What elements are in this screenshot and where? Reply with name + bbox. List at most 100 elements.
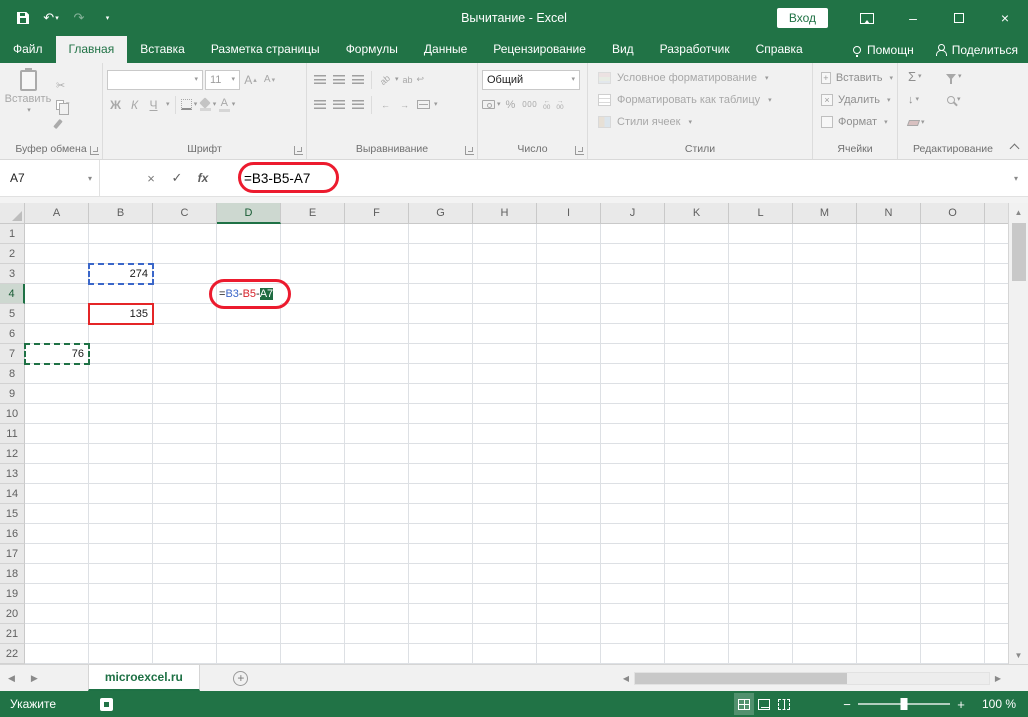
cell-g16[interactable] xyxy=(409,524,473,544)
cell-f2[interactable] xyxy=(345,244,409,264)
tab-help[interactable]: Справка xyxy=(743,36,816,63)
cell-l16[interactable] xyxy=(729,524,793,544)
cell-f18[interactable] xyxy=(345,564,409,584)
tab-page-layout[interactable]: Разметка страницы xyxy=(198,36,333,63)
row-header-3[interactable]: 3 xyxy=(0,264,25,284)
cell-h2[interactable] xyxy=(473,244,537,264)
row-header-8[interactable]: 8 xyxy=(0,364,25,384)
cell-h11[interactable] xyxy=(473,424,537,444)
cell-n15[interactable] xyxy=(857,504,921,524)
row-header-6[interactable]: 6 xyxy=(0,324,25,344)
cell-f8[interactable] xyxy=(345,364,409,384)
select-all-button[interactable] xyxy=(0,203,25,224)
redo-button[interactable]: ↷ xyxy=(66,5,92,31)
cell-e7[interactable] xyxy=(281,344,345,364)
cell-a22[interactable] xyxy=(25,644,89,664)
cell-o10[interactable] xyxy=(921,404,985,424)
cell-l18[interactable] xyxy=(729,564,793,584)
cell-f14[interactable] xyxy=(345,484,409,504)
vertical-scrollbar[interactable]: ▲ ▼ xyxy=(1008,203,1028,664)
clear-button[interactable]: ▾ xyxy=(908,119,944,126)
record-macro-icon[interactable] xyxy=(100,698,113,711)
increase-font-size-button[interactable]: А▴ xyxy=(242,70,259,90)
row-header-9[interactable]: 9 xyxy=(0,384,25,404)
scroll-up-icon[interactable]: ▲ xyxy=(1009,203,1028,221)
increase-indent-button[interactable]: → xyxy=(396,95,413,115)
cell-n16[interactable] xyxy=(857,524,921,544)
insert-function-button[interactable]: fx xyxy=(190,171,216,185)
cell-o5[interactable] xyxy=(921,304,985,324)
cell-m18[interactable] xyxy=(793,564,857,584)
cell-c4[interactable] xyxy=(153,284,217,304)
maximize-button[interactable] xyxy=(936,0,982,36)
cell-n4[interactable] xyxy=(857,284,921,304)
login-button[interactable]: Вход xyxy=(777,8,828,28)
cell-d1[interactable] xyxy=(217,224,281,244)
cell-j5[interactable] xyxy=(601,304,665,324)
cell-c12[interactable] xyxy=(153,444,217,464)
cell-e22[interactable] xyxy=(281,644,345,664)
zoom-thumb[interactable] xyxy=(901,698,908,710)
row-header-20[interactable]: 20 xyxy=(0,604,25,624)
align-center-button[interactable] xyxy=(330,95,347,115)
cell-g22[interactable] xyxy=(409,644,473,664)
cell-c10[interactable] xyxy=(153,404,217,424)
cell-o12[interactable] xyxy=(921,444,985,464)
cell-i7[interactable] xyxy=(537,344,601,364)
cell-g12[interactable] xyxy=(409,444,473,464)
column-header-a[interactable]: A xyxy=(25,203,89,224)
cell-m22[interactable] xyxy=(793,644,857,664)
cell-a16[interactable] xyxy=(25,524,89,544)
cell-k2[interactable] xyxy=(665,244,729,264)
cell-a3[interactable] xyxy=(25,264,89,284)
cell-j1[interactable] xyxy=(601,224,665,244)
row-header-19[interactable]: 19 xyxy=(0,584,25,604)
cell-c13[interactable] xyxy=(153,464,217,484)
cell-a7[interactable]: 76 xyxy=(25,344,89,364)
cell-f15[interactable] xyxy=(345,504,409,524)
merge-center-button[interactable]: ▾ xyxy=(415,95,438,115)
cell-c2[interactable] xyxy=(153,244,217,264)
cell-f11[interactable] xyxy=(345,424,409,444)
cell-n17[interactable] xyxy=(857,544,921,564)
cell-j13[interactable] xyxy=(601,464,665,484)
cell-d18[interactable] xyxy=(217,564,281,584)
align-bottom-button[interactable] xyxy=(349,70,366,90)
cell-n12[interactable] xyxy=(857,444,921,464)
scroll-right-icon[interactable]: ▶ xyxy=(990,674,1006,683)
cell-c9[interactable] xyxy=(153,384,217,404)
cell-g21[interactable] xyxy=(409,624,473,644)
cell-l6[interactable] xyxy=(729,324,793,344)
cell-h19[interactable] xyxy=(473,584,537,604)
cell-i17[interactable] xyxy=(537,544,601,564)
cell-l3[interactable] xyxy=(729,264,793,284)
cell-n21[interactable] xyxy=(857,624,921,644)
fill-button[interactable]: ↓▾ xyxy=(908,94,944,106)
collapse-ribbon-button[interactable] xyxy=(1010,144,1020,154)
cell-f20[interactable] xyxy=(345,604,409,624)
cell-h18[interactable] xyxy=(473,564,537,584)
cell-g5[interactable] xyxy=(409,304,473,324)
cell-e19[interactable] xyxy=(281,584,345,604)
cell-f17[interactable] xyxy=(345,544,409,564)
percent-style-button[interactable]: % xyxy=(506,99,516,111)
tab-home[interactable]: Главная xyxy=(56,36,128,63)
cell-k9[interactable] xyxy=(665,384,729,404)
row-header-17[interactable]: 17 xyxy=(0,544,25,564)
cell-b14[interactable] xyxy=(89,484,153,504)
font-size-combo[interactable]: 11▾ xyxy=(205,70,240,90)
cell-h16[interactable] xyxy=(473,524,537,544)
cell-d2[interactable] xyxy=(217,244,281,264)
cell-k7[interactable] xyxy=(665,344,729,364)
decrease-indent-button[interactable]: ← xyxy=(377,95,394,115)
delete-cells-button[interactable]: ×Удалить▾ xyxy=(817,89,893,111)
cell-m4[interactable] xyxy=(793,284,857,304)
cell-i6[interactable] xyxy=(537,324,601,344)
cell-e11[interactable] xyxy=(281,424,345,444)
cell-h12[interactable] xyxy=(473,444,537,464)
cell-o11[interactable] xyxy=(921,424,985,444)
comma-style-button[interactable]: 000 xyxy=(522,100,537,109)
cell-b3[interactable]: 274 xyxy=(89,264,153,284)
cell-k12[interactable] xyxy=(665,444,729,464)
horizontal-scroll-track[interactable] xyxy=(634,672,990,685)
